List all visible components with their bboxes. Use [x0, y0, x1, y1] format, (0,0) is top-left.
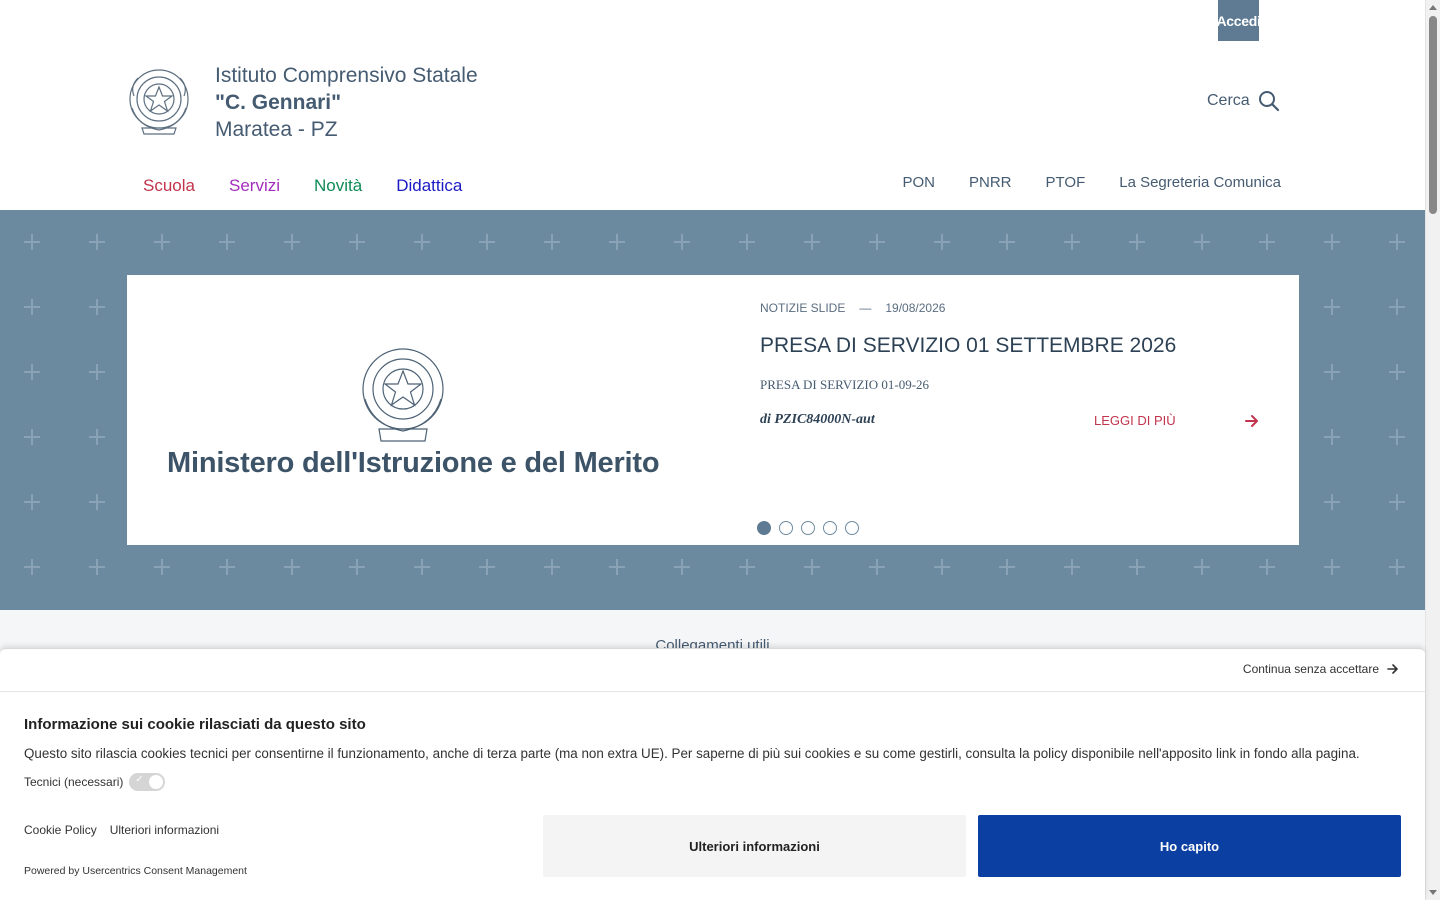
check-icon: ✓	[135, 774, 144, 785]
nav-item-segreteria-comunica[interactable]: La Segreteria Comunica	[1119, 174, 1281, 191]
secondary-navigation: PON PNRR PTOF La Segreteria Comunica	[902, 174, 1281, 191]
search-label: Cerca	[1207, 92, 1250, 109]
school-name-line2: "C. Gennari"	[215, 91, 342, 114]
slide-category[interactable]: NOTIZIE SLIDE	[760, 301, 845, 315]
toggle-label: Tecnici (necessari)	[24, 775, 124, 789]
cookie-consent-banner: Continua senza accettare Informazione su…	[0, 648, 1425, 900]
carousel-dot-3[interactable]	[801, 521, 815, 535]
technical-cookies-toggle-row: Tecnici (necessari) ✓	[24, 773, 166, 791]
continue-label: Continua senza accettare	[1242, 662, 1379, 676]
read-more-label: LEGGI DI PIÙ	[1094, 413, 1176, 428]
slide-date: 19/08/2026	[885, 301, 946, 315]
accept-button[interactable]: Ho capito	[978, 815, 1401, 877]
carousel-dot-2[interactable]	[779, 521, 793, 535]
page-scrollbar[interactable]	[1425, 0, 1440, 900]
login-button[interactable]: Accedi	[1216, 0, 1261, 41]
more-info-link[interactable]: Ulteriori informazioni	[110, 823, 219, 837]
nav-item-scuola[interactable]: Scuola	[143, 176, 195, 196]
slide-author: di PZIC84000N-aut	[760, 412, 875, 427]
more-info-button[interactable]: Ulteriori informazioni	[543, 815, 966, 877]
carousel-pagination	[757, 521, 859, 535]
powered-by-text: Powered by Usercentrics Consent Manageme…	[24, 865, 247, 877]
cookie-policy-link[interactable]: Cookie Policy	[24, 823, 97, 837]
search-icon	[1258, 91, 1279, 112]
main-navigation: Scuola Servizi Novità Didattica	[143, 176, 462, 196]
school-name-line1: Istituto Comprensivo Statale	[215, 64, 478, 87]
read-more-link[interactable]: LEGGI DI PIÙ	[1094, 413, 1259, 428]
scroll-up-arrow-icon[interactable]	[1429, 5, 1437, 10]
cookie-banner-header: Continua senza accettare	[0, 649, 1425, 692]
slide-meta-separator: —	[859, 301, 872, 315]
ministry-emblem-icon	[362, 348, 444, 442]
slide-card[interactable]: Ministero dell'Istruzione e del Merito N…	[127, 275, 1299, 545]
nav-item-ptof[interactable]: PTOF	[1046, 174, 1086, 191]
search-button[interactable]: Cerca	[1207, 90, 1280, 112]
nav-item-pnrr[interactable]: PNRR	[969, 174, 1012, 191]
carousel-dot-4[interactable]	[823, 521, 837, 535]
school-name-line3: Maratea - PZ	[215, 118, 338, 141]
slide-subtitle: PRESA DI SERVIZIO 01-09-26	[760, 377, 930, 392]
scroll-thumb[interactable]	[1429, 16, 1437, 214]
arrow-right-icon	[1245, 414, 1258, 427]
carousel-dot-1[interactable]	[757, 521, 771, 535]
italian-republic-emblem-icon[interactable]	[126, 66, 192, 138]
cookie-description: Questo sito rilascia cookies tecnici per…	[24, 746, 1360, 761]
cookie-title: Informazione sui cookie rilasciati da qu…	[24, 716, 366, 733]
arrow-right-icon	[1387, 664, 1398, 674]
slide-meta: NOTIZIE SLIDE — 19/08/2026	[760, 301, 945, 315]
nav-item-servizi[interactable]: Servizi	[229, 176, 280, 196]
continue-without-accepting-link[interactable]: Continua senza accettare	[1243, 662, 1399, 676]
nav-item-novita[interactable]: Novità	[314, 176, 362, 196]
nav-item-pon[interactable]: PON	[902, 174, 935, 191]
slide-title[interactable]: PRESA DI SERVIZIO 01 SETTEMBRE 2026	[760, 334, 1176, 358]
school-name[interactable]: Istituto Comprensivo Statale "C. Gennari…	[215, 62, 478, 143]
toggle-knob	[149, 775, 164, 789]
carousel-dot-5[interactable]	[845, 521, 859, 535]
scroll-down-arrow-icon[interactable]	[1429, 890, 1437, 895]
ministry-logo-text: Ministero dell'Istruzione e del Merito	[167, 447, 660, 479]
hero-carousel: Ministero dell'Istruzione e del Merito N…	[0, 210, 1425, 610]
technical-cookies-toggle[interactable]: ✓	[129, 773, 166, 791]
nav-item-didattica[interactable]: Didattica	[396, 176, 462, 196]
cookie-links: Cookie Policy Ulteriori informazioni	[24, 823, 219, 837]
